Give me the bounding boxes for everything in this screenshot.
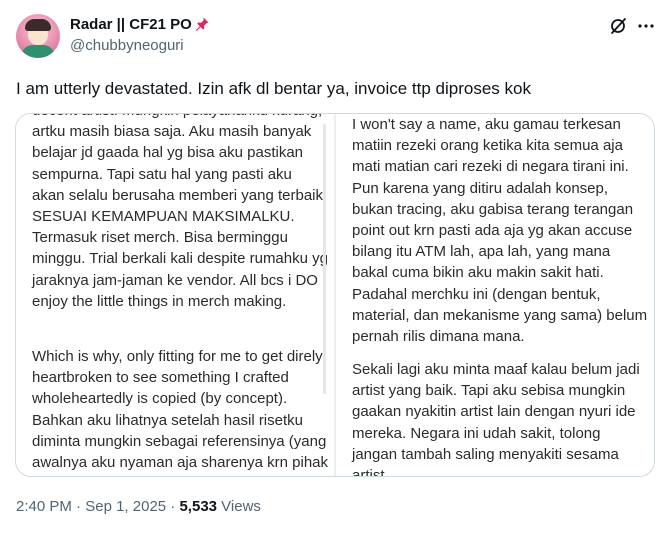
views-label: Views: [217, 498, 261, 515]
avatar[interactable]: [16, 14, 60, 58]
meta-separator: ·: [166, 498, 180, 515]
media-image-right[interactable]: I won't say a name, aku gamau terkesan m…: [336, 114, 654, 477]
left-paragraph-2: Which is why, only fitting for me to get…: [32, 348, 329, 476]
tweet-date[interactable]: Sep 1, 2025: [85, 498, 166, 515]
left-paragraph-1: decent artist. Mungkin pelayananku kuran…: [32, 114, 328, 310]
views-count: 5,533: [179, 498, 218, 515]
grok-icon[interactable]: [608, 16, 628, 36]
tweet-meta: 2:40 PM · Sep 1, 2025 · 5,533 Views: [16, 498, 261, 515]
display-name[interactable]: Radar || CF21 PO: [70, 16, 192, 33]
tweet-media[interactable]: decent artist. Mungkin pelayananku kuran…: [15, 113, 655, 477]
right-paragraph-1: I won't say a name, aku gamau terkesan m…: [352, 116, 648, 346]
image-scrollbar: [323, 124, 326, 394]
tweet-time[interactable]: 2:40 PM: [16, 498, 72, 515]
tweet-header: Radar || CF21 PO @chubbyneoguri: [16, 12, 654, 60]
meta-separator: ·: [71, 498, 86, 515]
author-handle[interactable]: @chubbyneoguri: [70, 37, 184, 54]
pushpin-icon: [194, 16, 210, 32]
tweet-text: I am utterly devastated. Izin afk dl ben…: [16, 79, 531, 98]
more-icon[interactable]: [636, 16, 656, 36]
display-name-row[interactable]: Radar || CF21 PO: [70, 14, 210, 34]
right-paragraph-2: Sekali lagi aku minta maaf kalau belum j…: [352, 361, 640, 477]
media-image-left[interactable]: decent artist. Mungkin pelayananku kuran…: [16, 114, 334, 476]
